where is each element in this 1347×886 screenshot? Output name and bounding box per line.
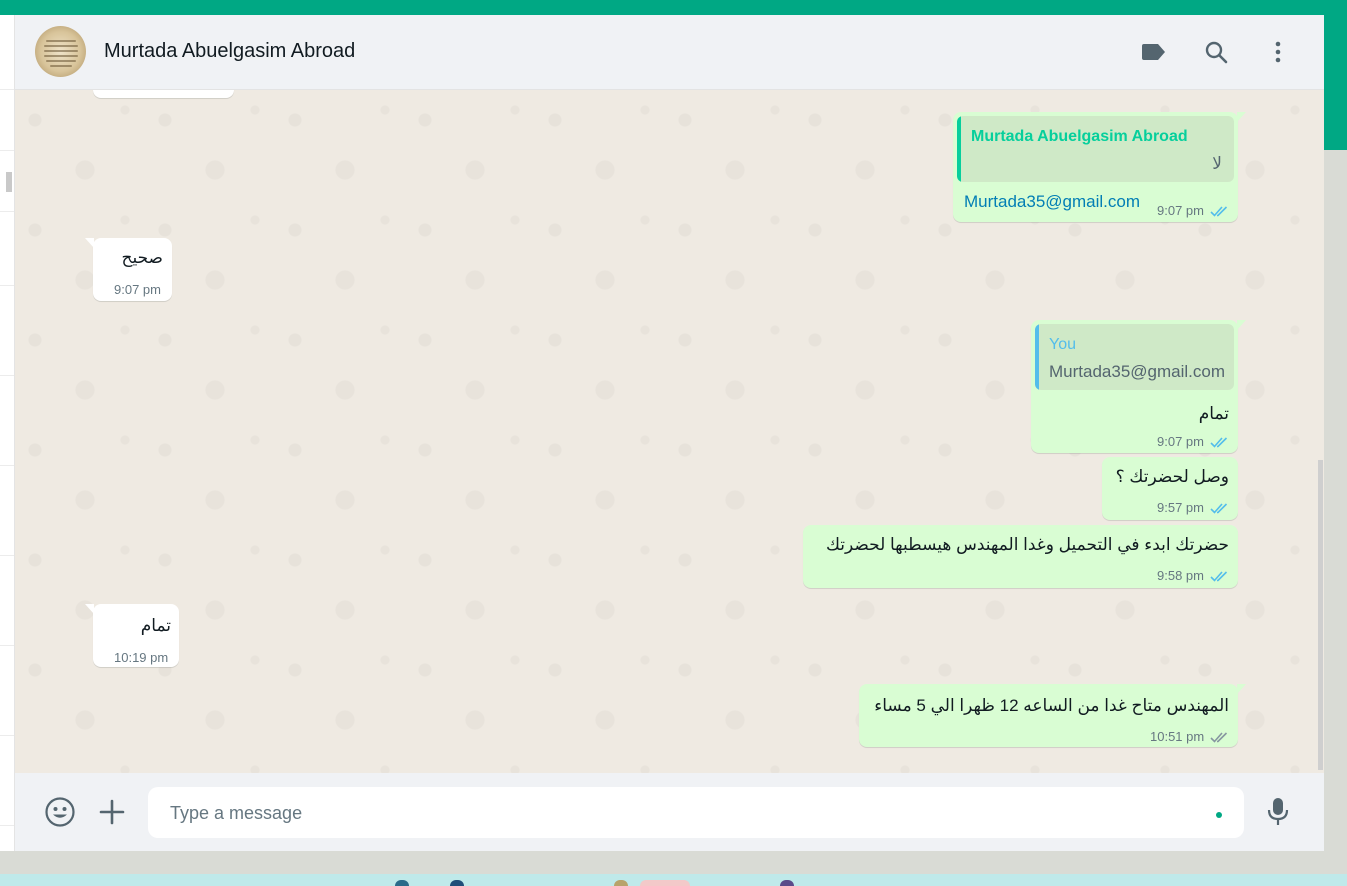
double-check-icon — [1210, 206, 1228, 217]
message-bubble-outgoing[interactable]: حضرتك ابدء في التحميل وغدا المهندس هيسطب… — [803, 525, 1238, 588]
message-text: المهندس متاح غدا من الساعه 12 ظهرا الي 5… — [874, 696, 1229, 715]
double-check-icon — [1210, 437, 1228, 448]
double-check-icon — [1210, 732, 1228, 743]
message-text: تمام — [140, 616, 171, 635]
message-bubble-outgoing[interactable]: You Murtada35@gmail.com تمام 9:07 pm — [1031, 320, 1246, 453]
message-text: حضرتك ابدء في التحميل وغدا المهندس هيسطب… — [825, 535, 1229, 554]
quoted-message[interactable]: Murtada Abuelgasim Abroad لا — [957, 116, 1234, 182]
quoted-text: Murtada35@gmail.com — [1049, 362, 1225, 381]
double-check-icon — [1210, 571, 1228, 582]
message-time: 9:58 pm — [1157, 568, 1204, 583]
message-text: وصل لحضرتك ؟ — [1115, 467, 1229, 486]
message-list[interactable]: Murtada Abuelgasim Abroad لا Murtada35@g… — [15, 90, 1324, 773]
taskbar-app[interactable] — [450, 880, 464, 886]
message-composer — [15, 773, 1324, 851]
message-bubble-outgoing[interactable]: المهندس متاح غدا من الساعه 12 ظهرا الي 5… — [859, 684, 1246, 747]
previous-message — [93, 90, 234, 98]
taskbar-app[interactable] — [780, 880, 794, 886]
message-time: 9:07 pm — [1157, 434, 1204, 449]
message-time: 9:07 pm — [1157, 203, 1204, 218]
os-taskbar — [0, 874, 1347, 886]
chat-list-edge — [0, 15, 15, 851]
message-time: 10:19 pm — [114, 650, 169, 665]
taskbar-app[interactable] — [395, 880, 409, 886]
quoted-author: You — [1049, 336, 1076, 353]
right-accent-strip — [1324, 15, 1347, 150]
message-bubble-incoming[interactable]: صحيح 9:07 pm — [85, 238, 172, 301]
message-input[interactable] — [168, 787, 1172, 840]
chat-scrollbar[interactable] — [1318, 460, 1323, 770]
double-check-icon — [1210, 503, 1228, 514]
search-icon[interactable] — [1201, 37, 1231, 67]
taskbar-app[interactable] — [614, 880, 628, 886]
quoted-text: لا — [1212, 154, 1222, 173]
whatsapp-window: Murtada Abuelgasim Abroad Murtada Abuelg… — [0, 15, 1324, 851]
message-bubble-incoming[interactable]: تمام 10:19 pm — [85, 604, 179, 667]
message-time: 10:51 pm — [1150, 729, 1205, 744]
quoted-message[interactable]: You Murtada35@gmail.com — [1035, 324, 1234, 390]
contact-name[interactable]: Murtada Abuelgasim Abroad — [104, 40, 355, 63]
message-text: تمام — [1198, 404, 1229, 423]
message-text: صحيح — [121, 248, 163, 267]
message-input-box[interactable] — [148, 787, 1244, 840]
top-accent-bar — [0, 0, 1347, 15]
message-link[interactable]: Murtada35@gmail.com — [964, 192, 1140, 212]
more-vertical-icon[interactable] — [1263, 37, 1293, 67]
quoted-author: Murtada Abuelgasim Abroad — [971, 128, 1188, 145]
message-time: 9:57 pm — [1157, 500, 1204, 515]
message-time: 9:07 pm — [114, 282, 161, 297]
plus-icon[interactable] — [95, 795, 129, 829]
message-bubble-outgoing[interactable]: Murtada Abuelgasim Abroad لا Murtada35@g… — [953, 112, 1246, 222]
status-dot — [1216, 812, 1222, 818]
message-bubble-outgoing[interactable]: وصل لحضرتك ؟ 9:57 pm — [1102, 457, 1238, 520]
microphone-icon[interactable] — [1261, 795, 1295, 829]
chat-header: Murtada Abuelgasim Abroad — [15, 15, 1324, 90]
taskbar-app[interactable] — [640, 880, 690, 886]
contact-avatar[interactable] — [35, 26, 86, 77]
emoji-icon[interactable] — [43, 795, 77, 829]
label-icon[interactable] — [1139, 37, 1169, 67]
